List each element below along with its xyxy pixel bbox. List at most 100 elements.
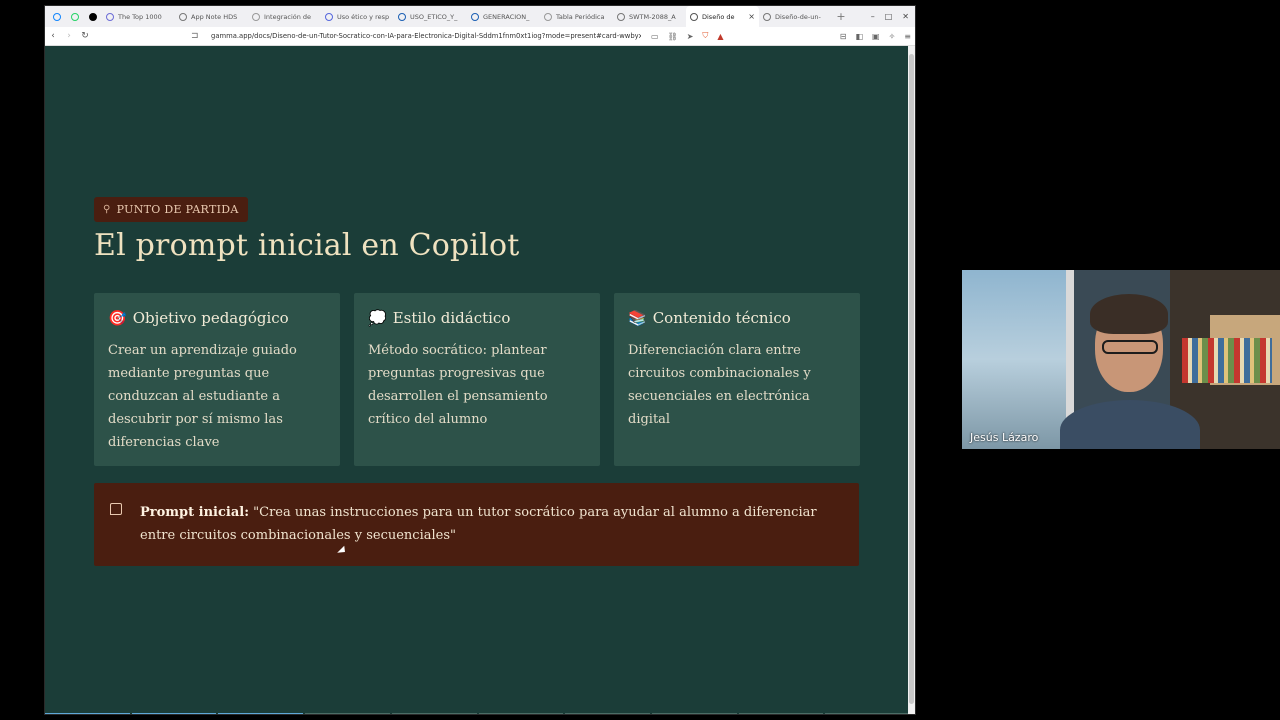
doc-icon [398, 12, 406, 21]
doc-icon [471, 12, 479, 21]
browser-tab[interactable]: Integración de [248, 6, 321, 27]
reload-icon[interactable]: ↻ [77, 31, 93, 41]
page-icon [106, 12, 114, 21]
browser-tab[interactable]: Tabla Periódica [540, 6, 613, 27]
progress-segment[interactable] [565, 713, 650, 714]
window-controls: – □ ✕ [871, 12, 915, 21]
slide-progress [45, 713, 911, 714]
globe-icon [690, 12, 698, 21]
minimize-icon[interactable]: – [871, 12, 875, 21]
glasses [1102, 340, 1158, 354]
x-icon [89, 12, 97, 21]
torso [1060, 400, 1200, 449]
tab-label: Integración de [264, 12, 312, 21]
prompt-callout: Prompt inicial: "Crea unas instrucciones… [94, 483, 859, 566]
screen-icon[interactable]: ▭ [651, 32, 659, 41]
browser-tab[interactable]: The Top 1000 [102, 6, 175, 27]
card-heading-text: Contenido técnico [652, 309, 791, 327]
share-icon[interactable]: ⛓ [668, 32, 678, 41]
progress-segment[interactable] [478, 713, 564, 714]
note-icon [110, 503, 122, 515]
progress-segment[interactable] [45, 713, 130, 714]
slide-title: El prompt inicial en Copilot [94, 228, 520, 263]
progress-segment[interactable] [218, 713, 304, 714]
globe-icon [763, 12, 771, 21]
card-body: Diferenciación clara entre circuitos com… [628, 343, 811, 427]
url-field[interactable]: gamma.app/docs/Diseno-de-un-Tutor-Socrat… [211, 32, 641, 40]
tab-label: Uso ético y resp [337, 12, 390, 21]
scrollbar[interactable] [908, 46, 915, 714]
card-body: Crear un aprendizaje guiado mediante pre… [108, 343, 297, 450]
bluesky-icon [53, 12, 61, 21]
window-background [962, 270, 1072, 449]
send-icon[interactable]: ➤ [687, 32, 694, 41]
brave-shield-icon[interactable]: ⛉ [702, 31, 708, 41]
card-heading-text: Objetivo pedagógico [132, 309, 289, 327]
progress-segment[interactable] [305, 713, 390, 714]
presentation-page: ⚲ PUNTO DE PARTIDA El prompt inicial en … [45, 46, 911, 714]
tab-label: USO_ETICO_Y_ [410, 12, 458, 21]
forward-icon[interactable]: › [61, 31, 77, 41]
card-heading: 🎯 Objetivo pedagógico [108, 309, 326, 327]
hair [1090, 294, 1168, 334]
tab-bar: The Top 1000 App Note HDS Integración de U… [45, 6, 915, 27]
new-tab-icon[interactable]: + [832, 10, 850, 23]
leo-icon[interactable]: ✧ [889, 32, 896, 41]
progress-segment[interactable] [391, 713, 477, 714]
globe-icon [617, 12, 625, 21]
card-heading: 💭 Estilo didáctico [368, 309, 586, 327]
browser-tab[interactable] [84, 6, 102, 27]
menu-icon[interactable]: ≡ [904, 32, 911, 41]
progress-segment[interactable] [131, 713, 217, 714]
browser-tab[interactable]: SWTM-2088_A [613, 6, 686, 27]
section-badge: ⚲ PUNTO DE PARTIDA [94, 197, 248, 222]
books [1182, 338, 1272, 383]
tab-label: The Top 1000 [118, 12, 162, 21]
card-body: Método socrático: plantear preguntas pro… [368, 343, 548, 427]
badge-label: PUNTO DE PARTIDA [116, 203, 239, 216]
card-contenido: 📚 Contenido técnico Diferenciación clara… [614, 293, 860, 466]
browser-tab[interactable] [48, 6, 66, 27]
browser-tab[interactable]: Diseño de × [686, 6, 759, 27]
books-icon: 📚 [628, 309, 647, 327]
bookmark-icon[interactable]: ⊐ [191, 31, 199, 41]
tab-label: GENERACION_ [483, 12, 530, 21]
participant-name: Jesús Lázaro [970, 431, 1039, 444]
callout-label: Prompt inicial: [140, 505, 250, 520]
progress-segment[interactable] [825, 713, 911, 714]
browser-tab[interactable]: App Note HDS [175, 6, 248, 27]
browser-tab[interactable] [66, 6, 84, 27]
video-tile: Jesús Lázaro [962, 270, 1280, 449]
address-bar: ‹ › ↻ ⊐ gamma.app/docs/Diseno-de-un-Tuto… [45, 27, 915, 46]
progress-segment[interactable] [738, 713, 824, 714]
whatsapp-icon [71, 12, 79, 21]
tab-label: Tabla Periódica [556, 12, 605, 21]
tab-label: SWTM-2088_A [629, 12, 676, 21]
wallet-icon[interactable]: ▣ [872, 32, 880, 41]
close-window-icon[interactable]: ✕ [902, 12, 909, 21]
page-icon [544, 12, 552, 21]
sidebar-icon[interactable]: ◧ [855, 32, 863, 41]
globe-icon [179, 12, 187, 21]
scrollbar-thumb[interactable] [909, 54, 914, 704]
browser-tab[interactable]: Uso ético y resp [321, 6, 394, 27]
reader-icon[interactable]: ⊟ [840, 32, 847, 41]
browser-window: The Top 1000 App Note HDS Integración de U… [44, 5, 916, 715]
progress-segment[interactable] [651, 713, 737, 714]
back-icon[interactable]: ‹ [45, 31, 61, 41]
card-heading-text: Estilo didáctico [392, 309, 511, 327]
warning-icon[interactable]: ▲ [717, 32, 723, 41]
close-tab-icon[interactable]: × [748, 12, 755, 21]
thought-bubble-icon: 💭 [368, 309, 387, 327]
browser-tab[interactable]: USO_ETICO_Y_ [394, 6, 467, 27]
pin-icon: ⚲ [103, 204, 111, 215]
browser-tab[interactable]: GENERACION_ [467, 6, 540, 27]
callout-text: Prompt inicial: "Crea unas instrucciones… [140, 501, 839, 547]
maximize-icon[interactable]: □ [885, 12, 893, 21]
target-icon: 🎯 [108, 309, 127, 327]
card-heading: 📚 Contenido técnico [628, 309, 846, 327]
tab-label: Diseño-de-un- [775, 12, 821, 21]
doc-icon [325, 12, 333, 21]
browser-tab[interactable]: Diseño-de-un- [759, 6, 832, 27]
arrow-icon [252, 12, 260, 21]
